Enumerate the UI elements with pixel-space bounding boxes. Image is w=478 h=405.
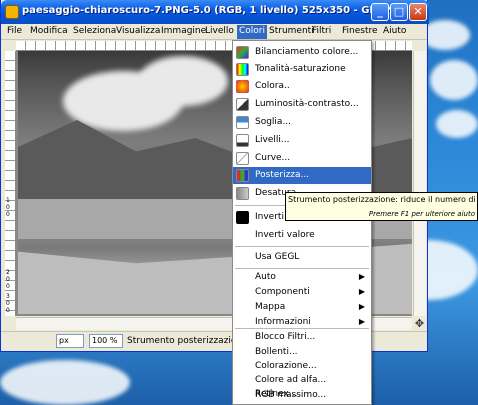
menu-seleziona[interactable]: Seleziona <box>73 26 116 36</box>
posterize-icon <box>236 169 249 182</box>
menu-aiuto[interactable]: Aiuto <box>383 26 406 36</box>
menu-item-livelli[interactable]: Livelli... <box>233 132 371 149</box>
menu-item-inverti-valore[interactable]: Inverti valore <box>233 227 371 244</box>
menu-separator <box>235 246 369 247</box>
desktop-cloud <box>436 110 478 138</box>
ruler-number: 0 <box>6 211 10 218</box>
menu-file[interactable]: File <box>7 26 22 36</box>
ruler-number: 2 <box>6 269 10 276</box>
menu-strumenti[interactable]: Strumenti <box>269 26 314 36</box>
maximize-button[interactable]: □ <box>390 3 408 21</box>
invert-icon <box>236 211 249 224</box>
unit-select[interactable]: px <box>56 334 84 348</box>
menu-item-rgb-massimo[interactable]: RGB massimo... <box>233 387 371 404</box>
ruler-number: 0 <box>6 283 10 290</box>
menu-item-bilanciamento-colore[interactable]: Bilanciamento colore... <box>233 44 371 61</box>
menu-modifica[interactable]: Modifica <box>30 26 68 36</box>
menu-item-colora[interactable]: Colora.. <box>233 78 371 95</box>
color-balance-icon <box>236 46 249 59</box>
submenu-arrow-icon: ▶ <box>358 272 365 281</box>
menu-visualizza[interactable]: Visualizza <box>116 26 160 36</box>
tooltip-help: Premere F1 per ulteriore aiuto <box>368 210 475 218</box>
menu-item-usa-gegl[interactable]: Usa GEGL <box>233 249 371 266</box>
submenu-arrow-icon: ▶ <box>358 317 365 326</box>
submenu-arrow-icon: ▶ <box>358 287 365 296</box>
photo-cloud <box>138 56 228 106</box>
menu-filtri[interactable]: Filtri <box>312 26 331 36</box>
tooltip: Strumento posterizzazione: riduce il num… <box>285 192 478 221</box>
zoom-select[interactable]: 100 % <box>89 334 123 348</box>
threshold-icon <box>236 116 249 129</box>
ruler-number: 0 <box>6 204 10 211</box>
menu-bar: File Modifica Seleziona Visualizza Immag… <box>1 24 427 40</box>
menu-item-curve[interactable]: Curve... <box>233 150 371 167</box>
menu-item-tonalita-saturazione[interactable]: Tonalità-saturazione <box>233 61 371 78</box>
gimp-app-icon <box>5 5 19 19</box>
ruler-number: 3 <box>6 293 10 300</box>
menu-colori[interactable]: Colori <box>237 25 267 39</box>
colorize-icon <box>236 80 249 93</box>
menu-livello[interactable]: Livello <box>205 26 234 36</box>
menu-item-soglia[interactable]: Soglia... <box>233 114 371 131</box>
minimize-button[interactable]: _ <box>371 3 389 21</box>
menu-finestre[interactable]: Finestre <box>342 26 378 36</box>
menu-item-posterizza[interactable]: Posterizza... <box>233 167 371 184</box>
ruler-number: 0 <box>6 307 10 314</box>
menu-item-luminosita-contrasto[interactable]: Luminosità-contrasto... <box>233 96 371 113</box>
hue-saturation-icon <box>236 63 249 76</box>
close-button[interactable]: ✕ <box>409 3 427 21</box>
desktop-cloud <box>0 360 130 405</box>
ruler-number: 1 <box>6 197 10 204</box>
desktop-cloud <box>430 60 478 100</box>
brightness-contrast-icon <box>236 98 249 111</box>
vertical-scrollbar[interactable] <box>413 51 426 316</box>
menu-immagine[interactable]: Immagine <box>161 26 206 36</box>
desaturate-icon <box>236 187 249 200</box>
vertical-ruler[interactable]: 1 0 0 2 0 0 3 0 0 <box>5 51 16 316</box>
curves-icon <box>236 152 249 165</box>
title-bar[interactable]: paesaggio-chiaroscuro-7.PNG-5.0 (RGB, 1 … <box>1 0 429 24</box>
ruler-number: 0 <box>6 300 10 307</box>
ruler-number: 0 <box>6 276 10 283</box>
navigate-icon[interactable]: ✥ <box>413 317 426 330</box>
submenu-arrow-icon: ▶ <box>358 302 365 311</box>
levels-icon <box>236 134 249 147</box>
colori-menu: Bilanciamento colore... Tonalità-saturaz… <box>232 40 372 405</box>
tooltip-text: Strumento posterizzazione: riduce il num… <box>288 195 478 204</box>
window-title: paesaggio-chiaroscuro-7.PNG-5.0 (RGB, 1 … <box>22 5 391 16</box>
